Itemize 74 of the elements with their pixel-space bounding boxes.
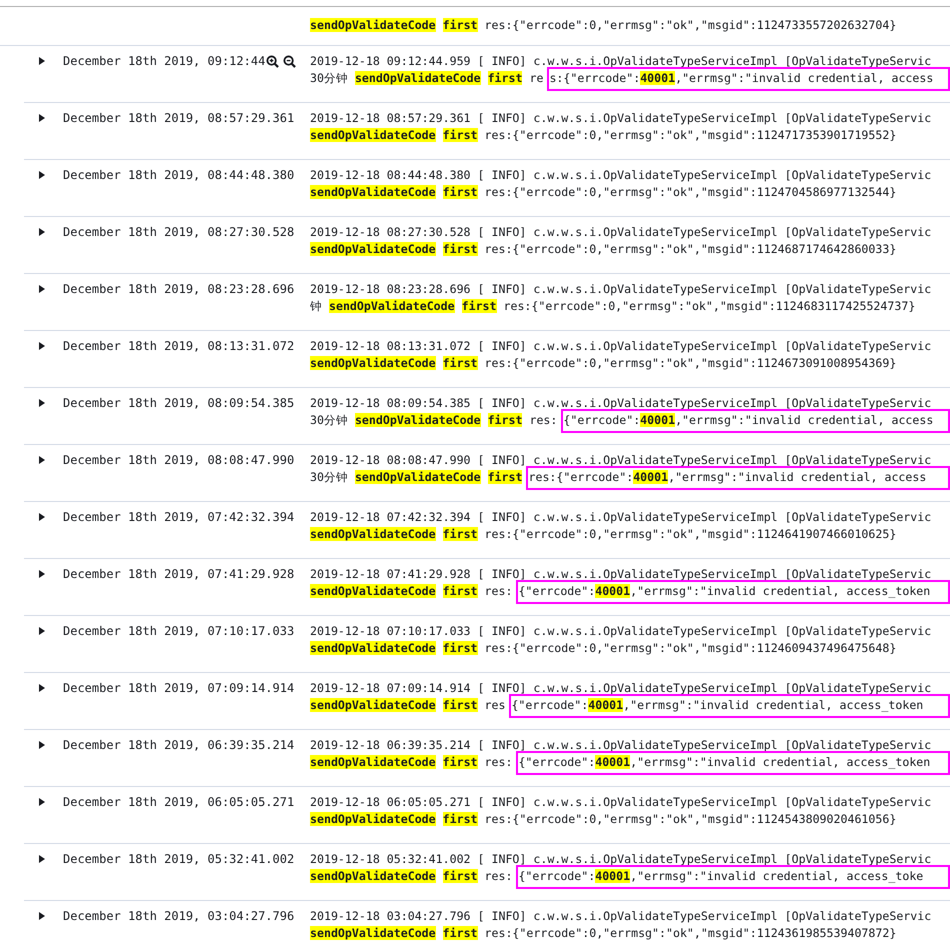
log-message-text: 2019-12-18 08:09:54.385 [ INFO] c.w.w.s.i.OpValidateTypeServiceImpl [OpValidateTypeServic bbox=[310, 395, 932, 412]
timestamp-text: December 18th 2019, 07:10:17.033 bbox=[63, 623, 294, 640]
annotation-box: {"errcode":40001,"errmsg":"invalid credential, access_toke bbox=[516, 865, 950, 889]
log-message-text: sendOpValidateCode first res: bbox=[310, 754, 512, 771]
caret-icon[interactable] bbox=[38, 911, 46, 921]
log-message-text: 2019-12-18 08:08:47.990 [ INFO] c.w.w.s.i.OpValidateTypeServiceImpl [OpValidateTypeServic bbox=[310, 452, 932, 469]
log-message-text: sendOpValidateCode first res: bbox=[310, 583, 512, 600]
log-message-text: sendOpValidateCode first res:{"errcode":0,"errmsg":"ok","msgid":1124543809020461056} bbox=[310, 811, 896, 828]
caret-icon[interactable] bbox=[38, 113, 46, 123]
timestamp-text: December 18th 2019, 08:44:48.380 bbox=[63, 167, 294, 184]
caret-icon[interactable] bbox=[38, 683, 46, 693]
caret-icon[interactable] bbox=[38, 797, 46, 807]
caret-icon[interactable] bbox=[38, 227, 46, 237]
log-message-text: 30分钟 sendOpValidateCode first bbox=[310, 469, 522, 486]
timestamp-text: December 18th 2019, 09:12:44 bbox=[63, 53, 266, 70]
timestamp-text: December 18th 2019, 07:41:29.928 bbox=[63, 566, 294, 583]
log-message-text: 2019-12-18 08:44:48.380 [ INFO] c.w.w.s.i.OpValidateTypeServiceImpl [OpValidateTypeServic bbox=[310, 167, 932, 184]
timestamp-text: December 18th 2019, 07:09:14.914 bbox=[63, 680, 294, 697]
zoom-out-icon[interactable] bbox=[283, 55, 296, 68]
log-message-text: 钟 sendOpValidateCode first res:{"errcode":0,"errmsg":"ok","msgid":1124683117425524737} bbox=[310, 298, 916, 315]
zoom-in-icon[interactable] bbox=[266, 55, 280, 68]
log-message-text: sendOpValidateCode first res:{"errcode":0,"errmsg":"ok","msgid":1124704586977132544} bbox=[310, 184, 896, 201]
caret-icon[interactable] bbox=[38, 170, 46, 180]
log-message-text: 2019-12-18 08:57:29.361 [ INFO] c.w.w.s.i.OpValidateTypeServiceImpl [OpValidateTypeServic bbox=[310, 110, 932, 127]
caret-icon[interactable] bbox=[38, 341, 46, 351]
log-message-text: 2019-12-18 08:27:30.528 [ INFO] c.w.w.s.i.OpValidateTypeServiceImpl [OpValidateTypeServic bbox=[310, 224, 932, 241]
log-message-text: sendOpValidateCode first res:{"errcode":0,"errmsg":"ok","msgid":1124717353901719552} bbox=[310, 127, 896, 144]
log-message-text: 30分钟 sendOpValidateCode first re bbox=[310, 70, 544, 87]
caret-icon[interactable] bbox=[38, 284, 46, 294]
annotation-box: {"errcode":40001,"errmsg":"invalid credential, access_token bbox=[516, 580, 950, 604]
caret-icon[interactable] bbox=[38, 740, 46, 750]
log-message-text: 2019-12-18 03:04:27.796 [ INFO] c.w.w.s.i.OpValidateTypeServiceImpl [OpValidateTypeServic bbox=[310, 908, 932, 925]
log-message-text: 2019-12-18 06:05:05.271 [ INFO] c.w.w.s.i.OpValidateTypeServiceImpl [OpValidateTypeServic bbox=[310, 794, 932, 811]
timestamp-text: December 18th 2019, 05:32:41.002 bbox=[63, 851, 294, 868]
caret-icon[interactable] bbox=[38, 398, 46, 408]
log-message-text: 2019-12-18 07:41:29.928 [ INFO] c.w.w.s.i.OpValidateTypeServiceImpl [OpValidateTypeServic bbox=[310, 566, 932, 583]
caret-icon[interactable] bbox=[38, 626, 46, 636]
timestamp-text: December 18th 2019, 08:08:47.990 bbox=[63, 452, 294, 469]
log-message-text: 2019-12-18 06:39:35.214 [ INFO] c.w.w.s.i.OpValidateTypeServiceImpl [OpValidateTypeServic bbox=[310, 737, 932, 754]
caret-icon[interactable] bbox=[38, 854, 46, 864]
timestamp-text: December 18th 2019, 06:39:35.214 bbox=[63, 737, 294, 754]
log-message-text: 2019-12-18 07:09:14.914 [ INFO] c.w.w.s.i.OpValidateTypeServiceImpl [OpValidateTypeServic bbox=[310, 680, 932, 697]
annotation-box: {"errcode":40001,"errmsg":"invalid credential, access bbox=[561, 409, 950, 433]
log-message-text: sendOpValidateCode first res: bbox=[310, 868, 512, 885]
timestamp-text: December 18th 2019, 06:05:05.271 bbox=[63, 794, 294, 811]
log-message-text: sendOpValidateCode first res:{"errcode":0,"errmsg":"ok","msgid":1124687174642860033} bbox=[310, 241, 896, 258]
log-message-text: 30分钟 sendOpValidateCode first res: bbox=[310, 412, 558, 429]
timestamp-text: December 18th 2019, 08:09:54.385 bbox=[63, 395, 294, 412]
log-message-text: sendOpValidateCode first res:{"errcode":0,"errmsg":"ok","msgid":1124673091008954369} bbox=[310, 355, 896, 372]
timestamp-text: December 18th 2019, 03:04:27.796 bbox=[63, 908, 294, 925]
log-message-text: 2019-12-18 07:42:32.394 [ INFO] c.w.w.s.i.OpValidateTypeServiceImpl [OpValidateTypeServic bbox=[310, 509, 932, 526]
annotation-box: s:{"errcode":40001,"errmsg":"invalid credential, access bbox=[547, 67, 950, 91]
log-message-text: 2019-12-18 08:23:28.696 [ INFO] c.w.w.s.i.OpValidateTypeServiceImpl [OpValidateTypeServic bbox=[310, 281, 932, 298]
log-message-text: 2019-12-18 05:32:41.002 [ INFO] c.w.w.s.i.OpValidateTypeServiceImpl [OpValidateTypeServic bbox=[310, 851, 932, 868]
log-message-text: 2019-12-18 08:13:31.072 [ INFO] c.w.w.s.i.OpValidateTypeServiceImpl [OpValidateTypeServic bbox=[310, 338, 932, 355]
caret-icon[interactable] bbox=[38, 569, 46, 579]
log-message-text: sendOpValidateCode first res:{"errcode":0,"errmsg":"ok","msgid":1124609437496475648} bbox=[310, 640, 896, 657]
annotation-box: {"errcode":40001,"errmsg":"invalid credential, access_token bbox=[516, 751, 950, 775]
timestamp-text: December 18th 2019, 08:23:28.696 bbox=[63, 281, 294, 298]
timestamp-text: December 18th 2019, 07:42:32.394 bbox=[63, 509, 294, 526]
log-message-text: sendOpValidateCode first res:{"errcode":0,"errmsg":"ok","msgid":1124641907466010625} bbox=[310, 526, 896, 543]
caret-icon[interactable] bbox=[38, 455, 46, 465]
log-message-text: 2019-12-18 09:12:44.959 [ INFO] c.w.w.s.i.OpValidateTypeServiceImpl [OpValidateTypeServic bbox=[310, 53, 932, 70]
log-message-text: sendOpValidateCode first res bbox=[310, 697, 506, 714]
caret-icon[interactable] bbox=[38, 512, 46, 522]
annotation-box: res:{"errcode":40001,"errmsg":"invalid credential, access bbox=[526, 466, 950, 490]
timestamp-text: December 18th 2019, 08:57:29.361 bbox=[63, 110, 294, 127]
caret-icon[interactable] bbox=[38, 56, 46, 66]
log-message-text: sendOpValidateCode first res:{"errcode":0,"errmsg":"ok","msgid":1124733557202632704} bbox=[310, 17, 896, 34]
log-message-text: sendOpValidateCode first res:{"errcode":0,"errmsg":"ok","msgid":1124361985539407872} bbox=[310, 925, 896, 941]
log-message-text: 2019-12-18 07:10:17.033 [ INFO] c.w.w.s.i.OpValidateTypeServiceImpl [OpValidateTypeServic bbox=[310, 623, 932, 640]
annotation-box: {"errcode":40001,"errmsg":"invalid credential, access_token bbox=[509, 694, 950, 718]
timestamp-text: December 18th 2019, 08:27:30.528 bbox=[63, 224, 294, 241]
timestamp-text: December 18th 2019, 08:13:31.072 bbox=[63, 338, 294, 355]
